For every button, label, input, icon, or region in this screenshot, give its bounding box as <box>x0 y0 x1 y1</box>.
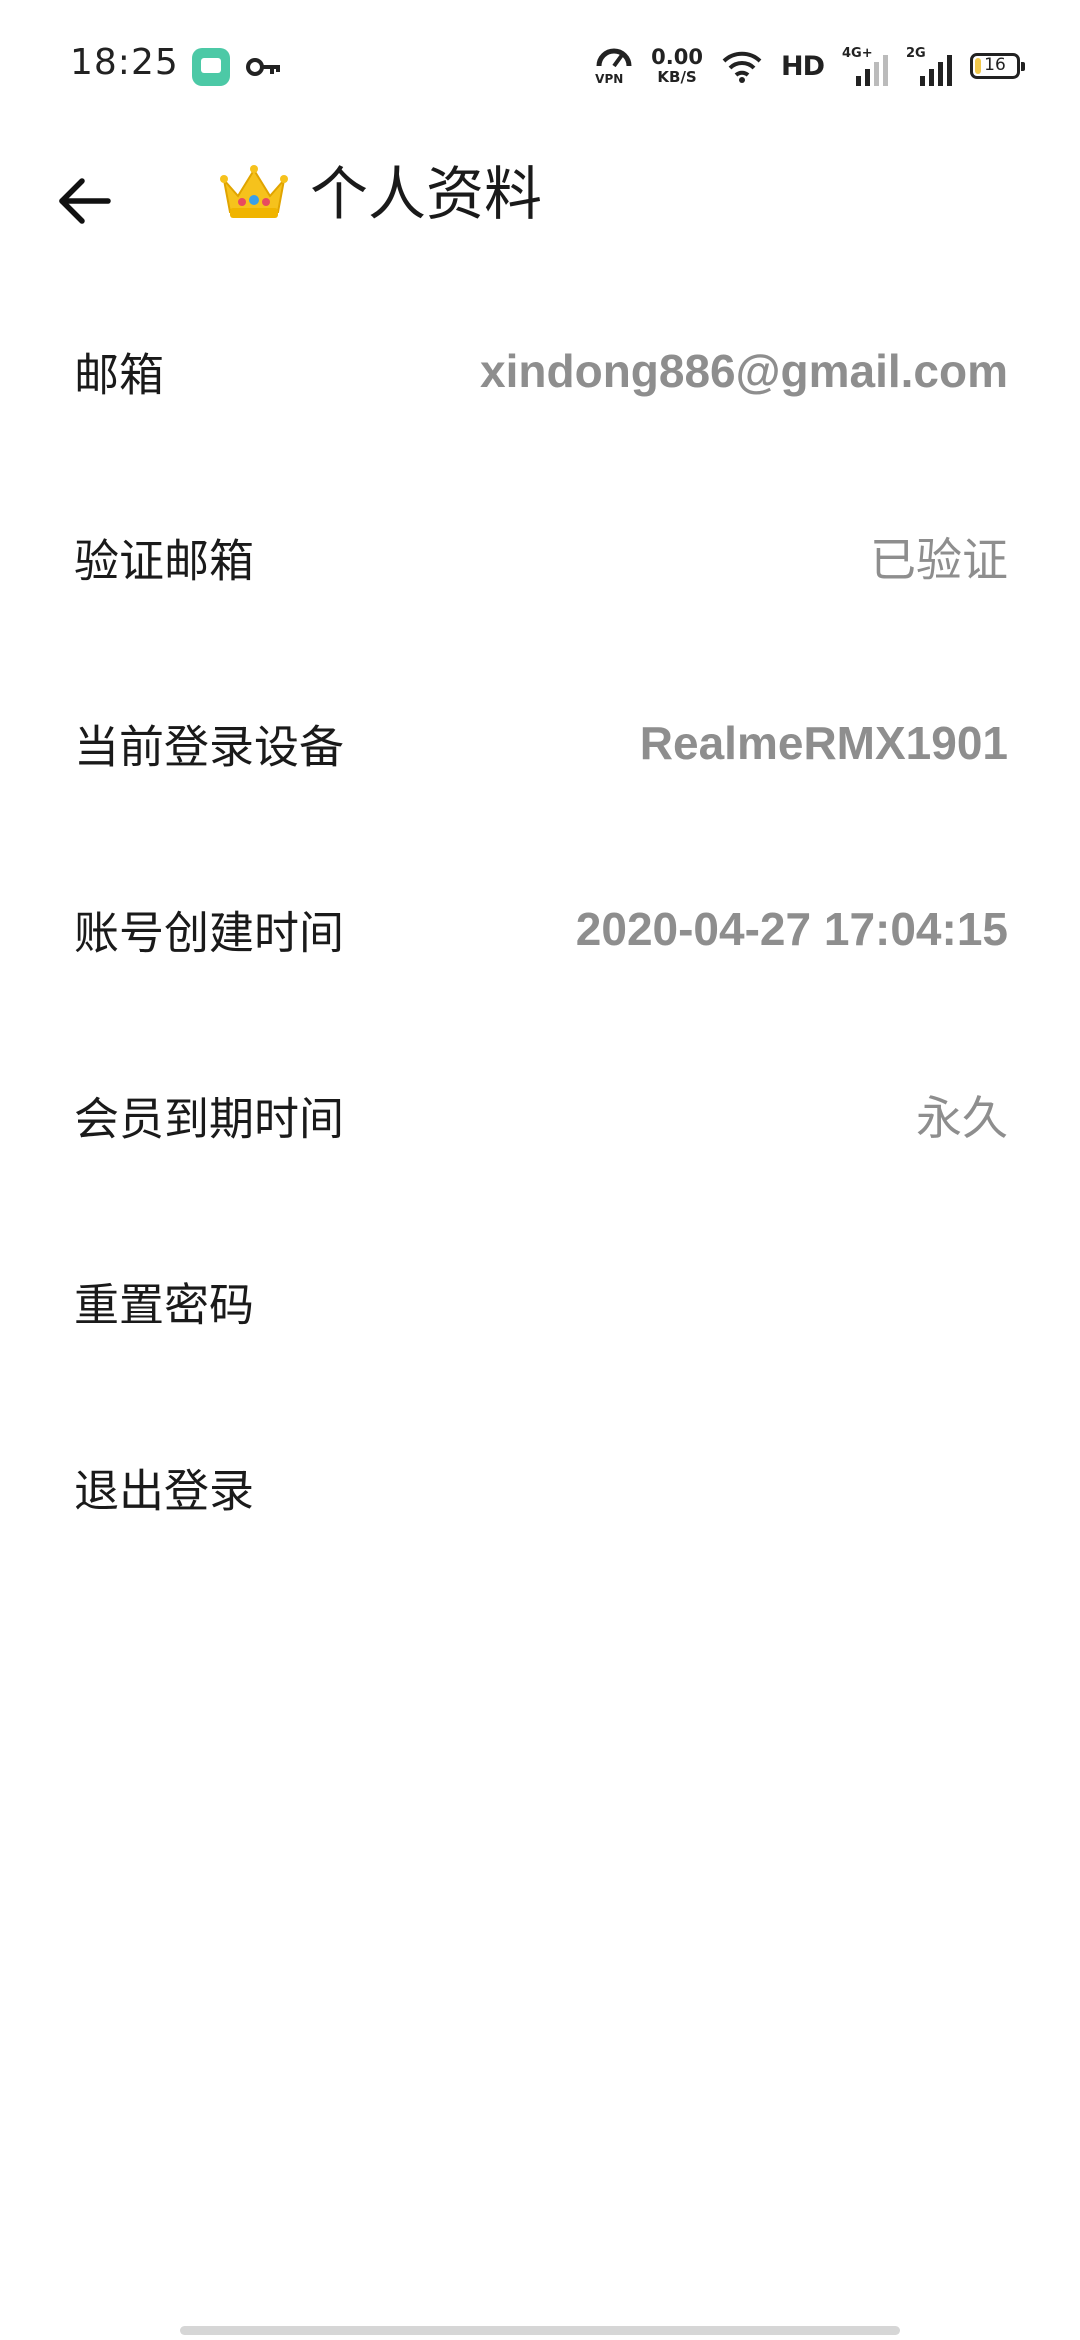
status-icons: VPN 0.00 KB/S HD 4G+ 2G 16 <box>595 44 1025 88</box>
gesture-navigation-bar[interactable] <box>180 2326 900 2335</box>
crown-icon <box>220 165 288 218</box>
account-created-label: 账号创建时间 <box>74 906 345 960</box>
network-speed-unit: KB/S <box>657 68 697 86</box>
account-created-row[interactable]: 账号创建时间 2020-04-27 17:04:15 <box>0 836 1080 1022</box>
membership-expiry-row[interactable]: 会员到期时间 永久 <box>0 1022 1080 1208</box>
status-bar: 18:25 VPN 0.00 KB/S HD 4G+ 2G 16 <box>0 0 1080 132</box>
profile-screen: 18:25 VPN 0.00 KB/S HD 4G+ 2G 16 个人资料 邮箱… <box>0 0 1080 2340</box>
logout-row[interactable]: 退出登录 <box>0 1394 1080 1580</box>
app-header: 个人资料 <box>0 132 1080 262</box>
current-device-row[interactable]: 当前登录设备 RealmeRMX1901 <box>0 650 1080 836</box>
current-device-value: RealmeRMX1901 <box>639 717 1008 769</box>
battery-icon: 16 <box>970 53 1025 79</box>
reset-password-row[interactable]: 重置密码 <box>0 1208 1080 1394</box>
verify-email-status: 已验证 <box>870 533 1008 587</box>
vpn-icon: VPN <box>595 46 633 86</box>
vpn-label: VPN <box>595 72 624 86</box>
arrow-left-icon <box>59 178 111 224</box>
back-button[interactable] <box>54 170 116 232</box>
logout-label: 退出登录 <box>74 1464 255 1518</box>
battery-level: 16 <box>984 55 1006 75</box>
message-app-icon <box>192 48 230 86</box>
verify-email-label: 验证邮箱 <box>74 534 255 588</box>
reset-password-label: 重置密码 <box>74 1278 255 1332</box>
page-title: 个人资料 <box>310 160 543 228</box>
account-created-value: 2020-04-27 17:04:15 <box>575 903 1008 955</box>
current-device-label: 当前登录设备 <box>74 720 345 774</box>
signal-4g-icon: 4G+ <box>842 46 888 86</box>
wifi-icon <box>722 51 762 83</box>
profile-list: 邮箱 xindong886@gmail.com 验证邮箱 已验证 当前登录设备 … <box>0 278 1080 1580</box>
email-value: xindong886@gmail.com <box>480 345 1008 397</box>
membership-expiry-value: 永久 <box>916 1091 1008 1145</box>
vpn-key-icon <box>246 58 280 76</box>
network-speed: 0.00 KB/S <box>651 47 703 85</box>
hd-voice-label: HD <box>780 50 825 82</box>
signal-2g-icon: 2G <box>906 46 952 86</box>
network-speed-value: 0.00 <box>651 45 703 69</box>
email-row[interactable]: 邮箱 xindong886@gmail.com <box>0 278 1080 464</box>
status-time: 18:25 <box>70 42 179 83</box>
verify-email-row[interactable]: 验证邮箱 已验证 <box>0 464 1080 650</box>
membership-expiry-label: 会员到期时间 <box>74 1092 345 1146</box>
email-label: 邮箱 <box>74 348 165 402</box>
